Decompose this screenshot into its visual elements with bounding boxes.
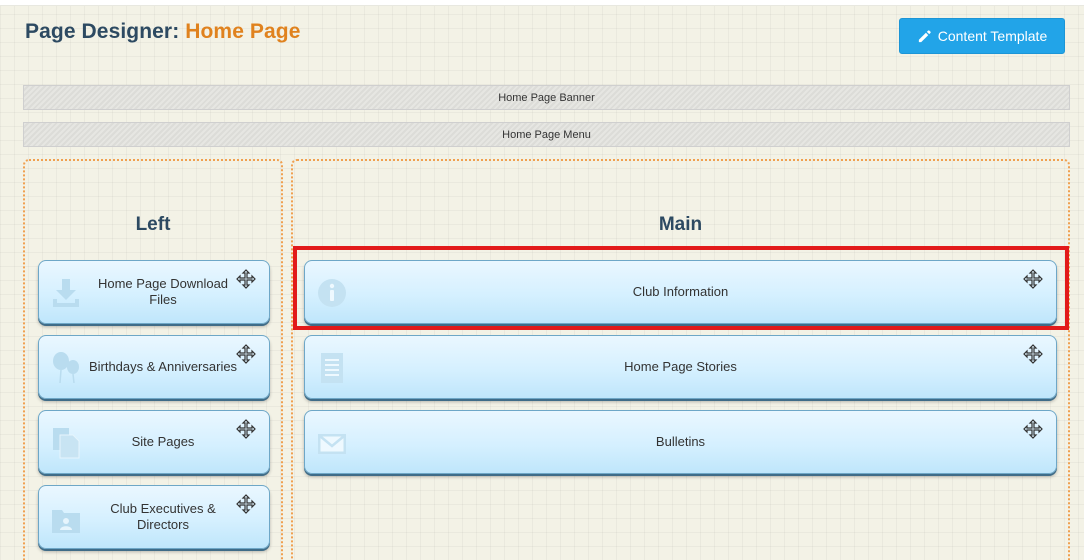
widget-label: Club Information: [632, 284, 729, 299]
top-rule: [0, 0, 1084, 6]
widget-home-page-download-files[interactable]: Home Page Download Files: [38, 260, 270, 324]
widget-home-page-stories[interactable]: Home Page Stories: [304, 335, 1057, 399]
move-icon[interactable]: [1022, 268, 1044, 290]
widget-label: Home Page Stories: [624, 359, 737, 374]
widget-bulletins[interactable]: Bulletins: [304, 410, 1057, 474]
main-zone-title: Main: [658, 214, 703, 235]
pencil-icon: [918, 29, 931, 42]
move-icon[interactable]: [235, 268, 257, 290]
left-zone: Left Home Page Download Files Birthdays …: [23, 159, 283, 560]
page-title-name: Home Page: [185, 20, 301, 43]
widget-club-executives-directors[interactable]: Club Executives & Directors: [38, 485, 270, 549]
widget-site-pages[interactable]: Site Pages: [38, 410, 270, 474]
content-template-label: Content Template: [937, 28, 1048, 44]
banner-label: Home Page Banner: [498, 91, 595, 104]
move-icon[interactable]: [1022, 343, 1044, 365]
left-zone-title: Left: [135, 214, 171, 235]
page-title-prefix: Page Designer:: [25, 20, 186, 43]
widget-label: Bulletins: [655, 434, 706, 449]
page-title: Page Designer: Home Page: [25, 20, 301, 44]
main-zone: Main Club Information Home Page Stories: [291, 159, 1070, 560]
menu-label: Home Page Menu: [502, 128, 591, 141]
move-icon[interactable]: [235, 343, 257, 365]
move-icon[interactable]: [1022, 418, 1044, 440]
content-template-button[interactable]: Content Template: [899, 18, 1065, 54]
move-icon[interactable]: [235, 493, 257, 515]
widget-birthdays-anniversaries[interactable]: Birthdays & Anniversaries: [38, 335, 270, 399]
move-icon[interactable]: [235, 418, 257, 440]
home-page-banner-slot[interactable]: Home Page Banner: [23, 85, 1070, 110]
widget-club-information[interactable]: Club Information: [304, 260, 1057, 324]
home-page-menu-slot[interactable]: Home Page Menu: [23, 122, 1070, 147]
